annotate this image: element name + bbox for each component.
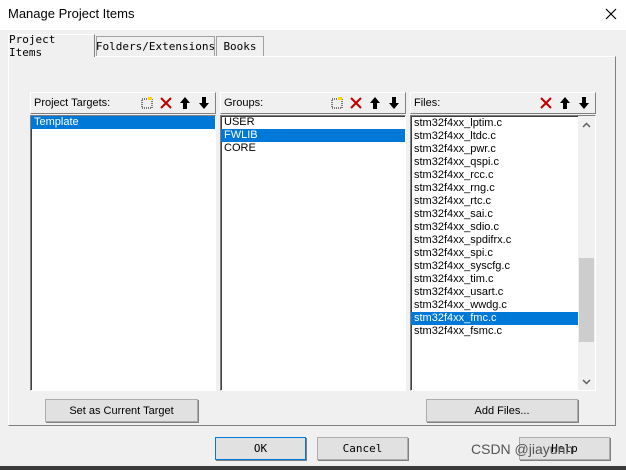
list-item[interactable]: stm32f4xx_tim.c <box>411 273 578 286</box>
tab-label: Books <box>223 40 257 53</box>
move-up-icon <box>559 97 570 109</box>
list-item[interactable]: stm32f4xx_sai.c <box>411 208 578 221</box>
list-item[interactable]: stm32f4xx_rng.c <box>411 182 578 195</box>
close-button[interactable] <box>596 0 626 28</box>
delete-group-button[interactable] <box>346 94 365 112</box>
chevron-down-icon <box>582 378 591 385</box>
list-item[interactable]: stm32f4xx_spdifrx.c <box>411 234 578 247</box>
move-target-down-button[interactable] <box>194 94 213 112</box>
project-items-panel: Project Targets: Template Groups: USER F… <box>8 56 616 426</box>
list-item[interactable]: stm32f4xx_rcc.c <box>411 169 578 182</box>
delete-file-button[interactable] <box>536 94 555 112</box>
list-item[interactable]: stm32f4xx_fsmc.c <box>411 325 578 338</box>
list-item[interactable]: stm32f4xx_spi.c <box>411 247 578 260</box>
window-title: Manage Project Items <box>8 6 135 21</box>
list-item[interactable]: stm32f4xx_pwr.c <box>411 143 578 156</box>
list-item[interactable]: stm32f4xx_usart.c <box>411 286 578 299</box>
move-down-icon <box>198 97 209 109</box>
close-icon <box>605 8 617 20</box>
delete-icon <box>159 97 172 109</box>
button-label: Set as Current Target <box>69 404 174 417</box>
add-files-button[interactable]: Add Files... <box>426 399 578 422</box>
targets-list[interactable]: Template <box>30 115 216 391</box>
set-current-target-button[interactable]: Set as Current Target <box>45 399 198 422</box>
list-item[interactable]: Template <box>31 116 215 129</box>
scroll-thumb[interactable] <box>579 258 594 342</box>
new-group-button[interactable] <box>327 94 346 112</box>
ok-button[interactable]: OK <box>215 437 306 460</box>
move-down-icon <box>578 97 589 109</box>
list-item[interactable]: stm32f4xx_lptim.c <box>411 117 578 130</box>
move-file-down-button[interactable] <box>574 94 593 112</box>
groups-list[interactable]: USER FWLIB CORE <box>220 115 406 391</box>
move-group-up-button[interactable] <box>365 94 384 112</box>
chevron-up-icon <box>582 121 591 128</box>
cancel-button[interactable]: Cancel <box>317 437 408 460</box>
files-header: Files: <box>410 92 596 114</box>
delete-icon <box>349 97 362 109</box>
tab-project-items[interactable]: Project Items <box>8 33 95 59</box>
title-bar: Manage Project Items <box>0 0 626 30</box>
targets-label: Project Targets: <box>34 97 111 109</box>
move-target-up-button[interactable] <box>175 94 194 112</box>
targets-header: Project Targets: <box>30 92 216 114</box>
list-item[interactable]: stm32f4xx_wwdg.c <box>411 299 578 312</box>
watermark: CSDN @jiayunh <box>471 441 574 457</box>
move-file-up-button[interactable] <box>555 94 574 112</box>
list-item[interactable]: stm32f4xx_ltdc.c <box>411 130 578 143</box>
button-label: Cancel <box>342 442 383 455</box>
button-label: Add Files... <box>474 404 530 417</box>
list-item[interactable]: FWLIB <box>221 129 405 142</box>
files-list[interactable]: stm32f4xx_lptim.c stm32f4xx_ltdc.c stm32… <box>410 115 596 391</box>
tab-label: Folders/Extensions <box>95 40 216 53</box>
list-item[interactable]: CORE <box>221 142 405 155</box>
move-group-down-button[interactable] <box>384 94 403 112</box>
groups-header: Groups: <box>220 92 406 114</box>
background-strip <box>0 466 626 470</box>
delete-target-button[interactable] <box>156 94 175 112</box>
tab-folders-extensions[interactable]: Folders/Extensions <box>96 36 215 56</box>
groups-label: Groups: <box>224 97 264 109</box>
tab-label: Project Items <box>9 33 56 59</box>
move-down-icon <box>388 97 399 109</box>
files-scrollbar[interactable] <box>578 116 595 390</box>
list-item[interactable]: stm32f4xx_qspi.c <box>411 156 578 169</box>
tab-books[interactable]: Books <box>216 36 264 56</box>
move-up-icon <box>179 97 190 109</box>
button-label: OK <box>253 442 268 455</box>
scroll-up-button[interactable] <box>578 116 595 133</box>
files-label: Files: <box>414 97 441 109</box>
list-item[interactable]: stm32f4xx_rtc.c <box>411 195 578 208</box>
list-item[interactable]: stm32f4xx_syscfg.c <box>411 260 578 273</box>
move-up-icon <box>369 97 380 109</box>
scroll-down-button[interactable] <box>578 373 595 390</box>
list-item[interactable]: stm32f4xx_sdio.c <box>411 221 578 234</box>
delete-icon <box>539 97 552 109</box>
list-item[interactable]: stm32f4xx_fmc.c <box>411 312 578 325</box>
dialog-body: Project Items Folders/Extensions Books P… <box>0 30 626 470</box>
new-icon <box>141 97 152 109</box>
new-target-button[interactable] <box>137 94 156 112</box>
list-item[interactable]: USER <box>221 116 405 129</box>
new-icon <box>331 97 342 109</box>
